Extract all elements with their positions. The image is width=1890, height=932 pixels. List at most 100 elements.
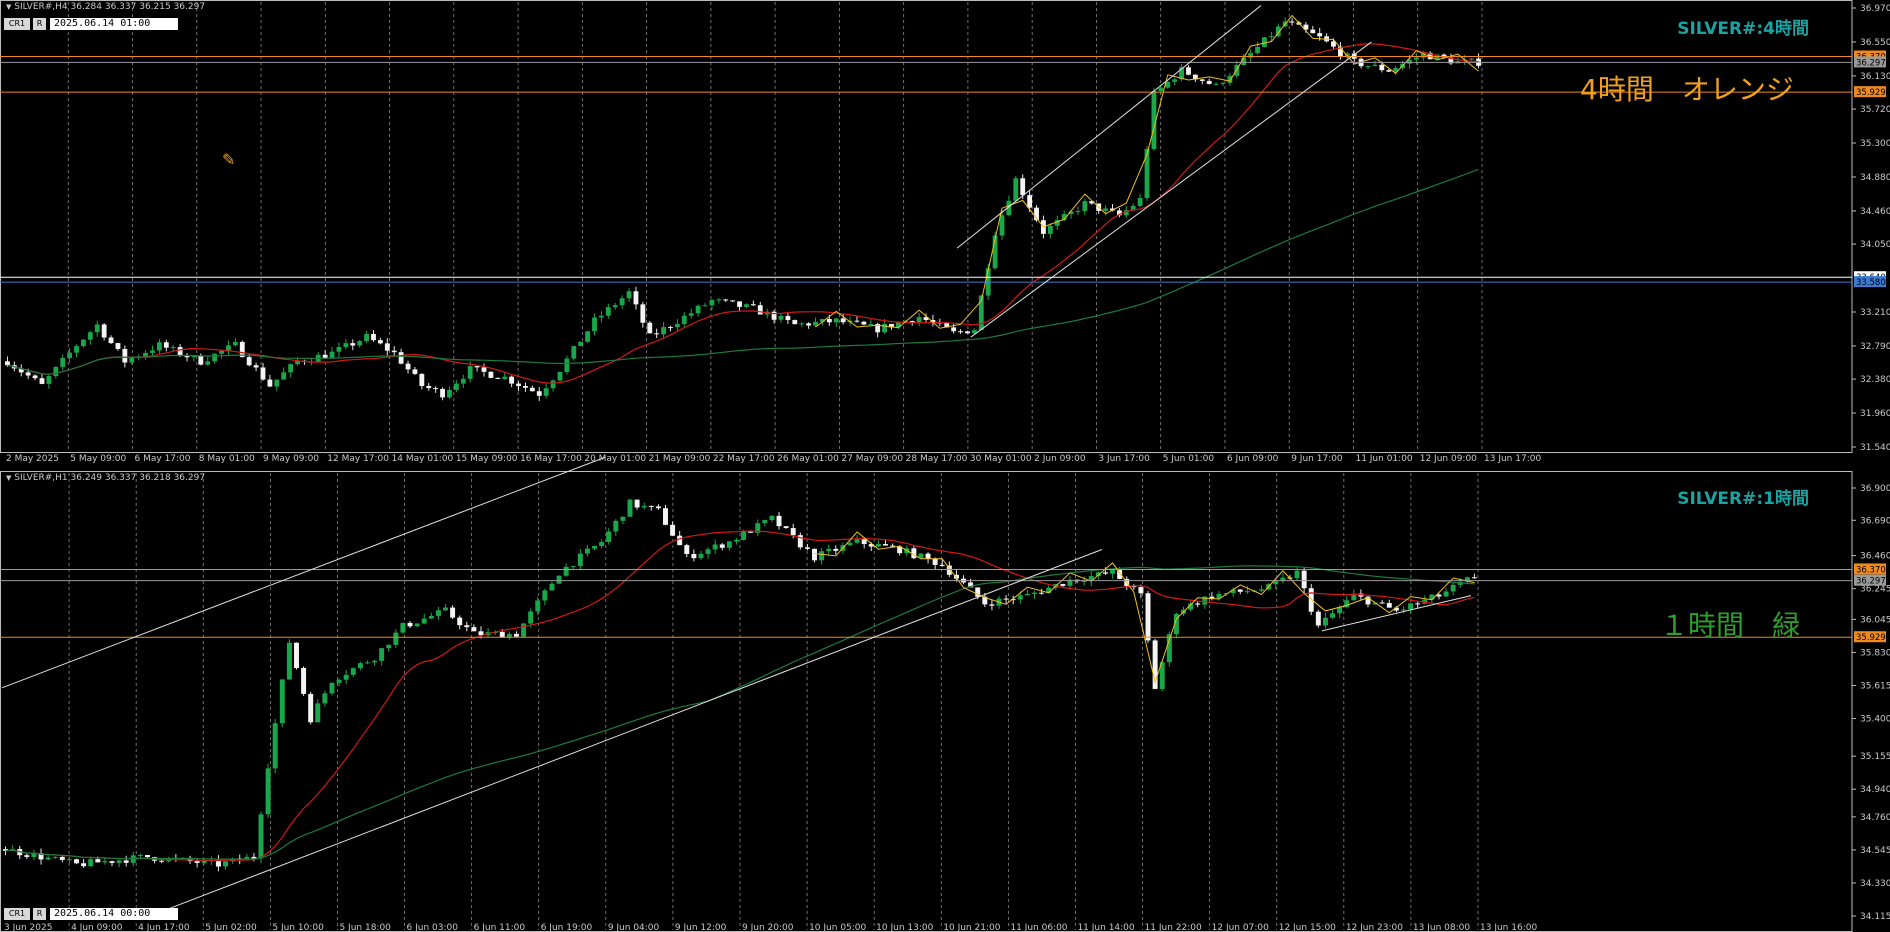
r-button-h1[interactable]: R — [33, 908, 46, 920]
x-tick-label: 2 May 2025 — [6, 454, 59, 464]
candle-body — [674, 324, 680, 328]
candle-body — [1199, 79, 1205, 81]
candle-body — [109, 861, 115, 863]
x-tick-label: 10 Jun 21:00 — [943, 923, 1000, 932]
candle-body — [488, 371, 494, 378]
x-tick-label: 8 May 01:00 — [199, 454, 255, 464]
candle-body — [194, 861, 200, 863]
annotation-h4: 4時間 オレンジ — [1580, 73, 1794, 106]
x-tick-label: 6 Jun 03:00 — [407, 923, 459, 932]
candle-body — [833, 318, 839, 323]
price-level-label: 36.370 — [1856, 565, 1886, 575]
candle-body — [712, 544, 718, 550]
candle-body — [1145, 593, 1151, 641]
candle-body — [1172, 79, 1178, 82]
candle-body — [535, 600, 541, 612]
candle-body — [1244, 591, 1250, 593]
candle-body — [1294, 570, 1300, 579]
symbol-info: SILVER#,H4 36.284 36.337 36.215 36.297 — [14, 2, 206, 12]
candle-body — [66, 859, 72, 861]
x-tick-label: 5 Jun 18:00 — [339, 923, 391, 932]
candle-body — [272, 723, 278, 769]
r-button-h4[interactable]: R — [33, 18, 46, 30]
candle-body — [655, 506, 661, 509]
candle-body — [563, 566, 569, 576]
candle-body — [792, 320, 798, 325]
candle-body — [232, 341, 238, 346]
x-tick-label: 27 May 09:00 — [841, 454, 903, 464]
y-tick-label: 35.720 — [1860, 105, 1890, 115]
menu-triangle-icon[interactable]: ▼ — [6, 3, 11, 11]
candle-body — [557, 371, 563, 381]
candle-body — [1220, 82, 1226, 84]
candle-body — [350, 343, 356, 346]
candle-body — [688, 313, 694, 316]
candle-body — [1379, 602, 1385, 604]
candle-body — [336, 679, 342, 683]
x-tick-label: 3 Jun 2025 — [4, 923, 52, 932]
candle-body — [419, 373, 425, 386]
candle-body — [1213, 83, 1219, 85]
candle-body — [1137, 198, 1143, 206]
trading-chart[interactable]: 36.970 36.550 36.130 35.720 35.300 34.880 34.4… — [0, 0, 1890, 932]
y-tick-label: 34.880 — [1860, 173, 1890, 183]
candle-body — [654, 333, 660, 335]
candle-body — [965, 331, 970, 334]
candle-body — [684, 545, 690, 555]
x-tick-label: 10 Jun 05:00 — [809, 923, 866, 932]
candle-body — [698, 553, 704, 559]
candle-body — [364, 662, 370, 664]
y-tick-label: 35.615 — [1860, 681, 1890, 691]
x-tick-label: 28 May 17:00 — [906, 454, 968, 464]
candle-body — [163, 342, 169, 348]
y-tick-label: 34.760 — [1860, 813, 1890, 823]
x-tick-label: 9 Jun 20:00 — [742, 923, 794, 932]
menu-triangle-icon[interactable]: ▼ — [6, 474, 11, 482]
candle-body — [1308, 588, 1314, 612]
candle-body — [670, 524, 676, 536]
candle-body — [478, 631, 484, 636]
candle-body — [741, 531, 747, 540]
candle-body — [833, 548, 839, 551]
candle-body — [212, 353, 218, 362]
y-tick-label: 35.300 — [1860, 139, 1890, 149]
candle-body — [460, 378, 466, 384]
candle-body — [702, 305, 708, 307]
candle-body — [467, 366, 473, 379]
candle-body — [737, 301, 742, 307]
price-level-label: 35.929 — [1856, 633, 1886, 643]
candle-body — [695, 305, 701, 314]
candle-body — [790, 528, 796, 536]
candle-body — [776, 515, 782, 527]
candle-body — [1413, 57, 1419, 60]
candle-body — [322, 693, 328, 704]
candle-body — [730, 300, 736, 302]
price-level-label: 36.297 — [1856, 577, 1886, 587]
candle-body — [634, 499, 640, 508]
candle-body — [1237, 589, 1243, 592]
candle-body — [620, 516, 626, 521]
x-tick-label: 13 Jun 16:00 — [1480, 923, 1537, 932]
y-tick-label: 31.540 — [1860, 443, 1890, 453]
candle-body — [564, 358, 570, 372]
candle-body — [989, 604, 995, 606]
candle-body — [916, 317, 922, 323]
candle-body — [379, 648, 385, 661]
x-tick-label: 15 May 09:00 — [456, 454, 518, 464]
trend-line-lower — [143, 549, 1103, 919]
candle-body — [253, 365, 259, 368]
candle-body — [322, 354, 328, 358]
candle-body — [457, 617, 463, 626]
candle-body — [426, 385, 432, 389]
candle-body — [481, 367, 487, 372]
cr1-button-h4[interactable]: CR1 — [4, 18, 30, 30]
candle-body — [343, 674, 349, 680]
x-tick-label: 20 May 01:00 — [584, 454, 646, 464]
candle-body — [471, 627, 477, 632]
date-box-h4: 2025.06.14 01:00 — [50, 18, 178, 30]
candle-body — [414, 623, 420, 627]
cr1-button-h1[interactable]: CR1 — [4, 908, 30, 920]
candle-body — [578, 341, 584, 347]
candle-body — [854, 320, 860, 322]
candle-body — [925, 553, 931, 559]
